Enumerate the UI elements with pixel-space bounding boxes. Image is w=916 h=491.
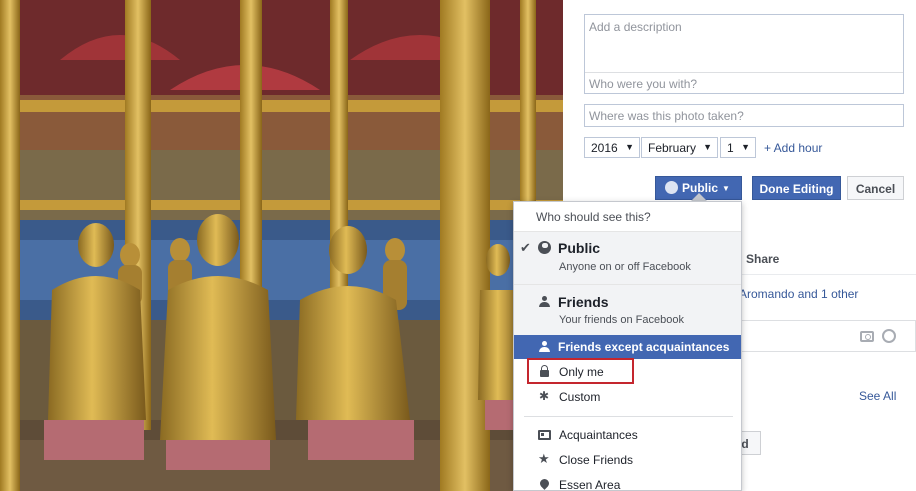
globe-icon <box>665 181 678 194</box>
friends-icon <box>538 341 550 352</box>
chevron-down-icon: ▼ <box>741 142 750 152</box>
done-editing-button[interactable]: Done Editing <box>752 176 841 200</box>
month-value: February <box>648 141 697 155</box>
only-me-highlight-box <box>527 358 634 384</box>
option-title: Friends <box>558 294 609 310</box>
chevron-down-icon: ▼ <box>703 142 712 152</box>
temple-buddha-statues-photo <box>0 0 563 491</box>
menu-header: Who should see this? <box>514 202 741 232</box>
globe-icon <box>538 241 551 254</box>
dropdown-caret <box>691 193 707 201</box>
privacy-option-custom[interactable]: ✱ Custom <box>514 384 741 409</box>
year-value: 2016 <box>591 141 618 155</box>
option-label: Close Friends <box>559 453 634 467</box>
share-link[interactable]: Share <box>746 252 779 266</box>
option-subtitle: Your friends on Facebook <box>559 314 684 326</box>
location-field[interactable]: Where was this photo taken? <box>584 104 904 127</box>
month-select[interactable]: February ▼ <box>641 137 718 158</box>
description-placeholder: Add a description <box>589 20 682 34</box>
day-value: 1 <box>727 141 734 155</box>
privacy-option-friends[interactable]: Friends Your friends on Facebook <box>514 284 741 335</box>
chevron-down-icon: ▼ <box>625 142 634 152</box>
privacy-option-friends-except-acquaintances[interactable]: Friends except acquaintances <box>514 335 741 359</box>
camera-icon[interactable] <box>860 331 874 342</box>
privacy-option-public[interactable]: ✔ Public Anyone on or off Facebook <box>514 232 741 284</box>
chevron-down-icon: ▼ <box>722 184 730 193</box>
description-field[interactable]: Add a description Who were you with? <box>584 14 904 94</box>
option-label: Essen Area <box>559 478 621 491</box>
cancel-button[interactable]: Cancel <box>847 176 904 200</box>
star-icon: ★ <box>538 451 550 466</box>
year-select[interactable]: 2016 ▼ <box>584 137 640 158</box>
day-select[interactable]: 1 ▼ <box>720 137 756 158</box>
gear-icon: ✱ <box>539 389 550 403</box>
menu-divider <box>524 416 733 417</box>
photo-viewer[interactable] <box>0 0 563 491</box>
option-title: Public <box>558 240 601 256</box>
privacy-list-acquaintances[interactable]: Acquaintances <box>514 422 741 447</box>
privacy-list-essen-area[interactable]: Essen Area <box>514 472 741 491</box>
emoji-icon[interactable] <box>882 329 896 343</box>
option-subtitle: Anyone on or off Facebook <box>559 261 691 273</box>
id-card-icon <box>538 430 551 440</box>
friends-icon <box>538 296 550 307</box>
add-hour-link[interactable]: + Add hour <box>764 141 822 155</box>
option-label: Acquaintances <box>559 428 638 442</box>
checkmark-icon: ✔ <box>520 240 531 255</box>
privacy-dropdown-menu: Who should see this? ✔ Public Anyone on … <box>513 201 742 491</box>
tagged-people-link[interactable]: Aromando and 1 other <box>739 287 858 301</box>
option-title: Friends except acquaintances <box>558 340 730 354</box>
privacy-list-close-friends[interactable]: ★ Close Friends <box>514 447 741 472</box>
option-label: Custom <box>559 390 601 404</box>
tag-people-field[interactable]: Who were you with? <box>585 72 903 94</box>
see-all-link[interactable]: See All <box>859 389 896 403</box>
location-pin-icon <box>538 477 551 490</box>
